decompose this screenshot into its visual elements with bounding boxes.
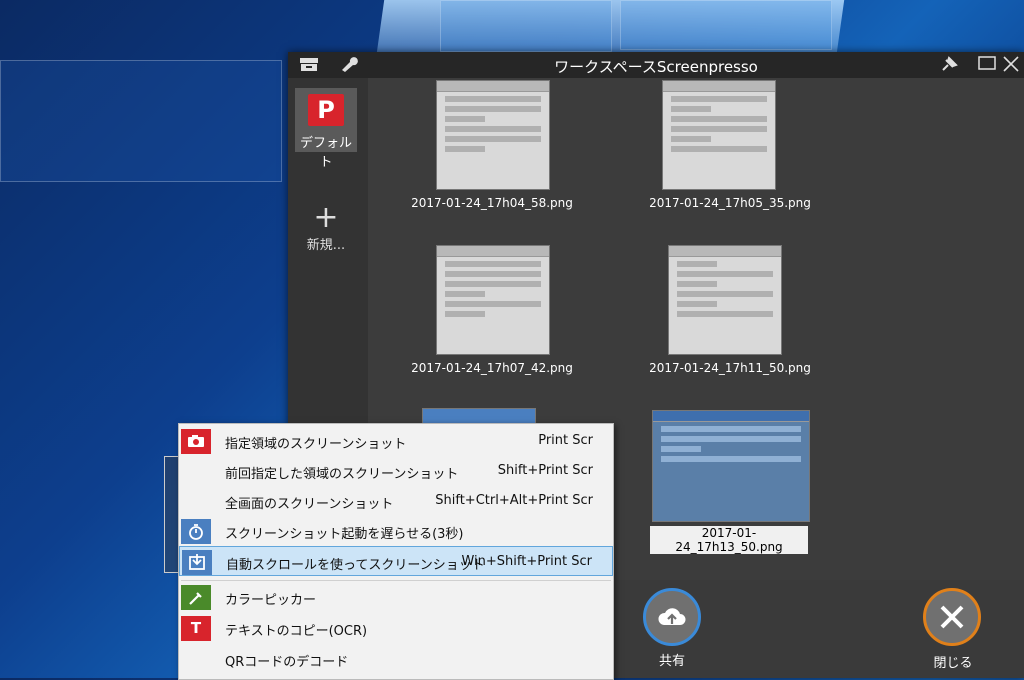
menu-item-scrolling-capture[interactable]: 自動スクロールを使ってスクリーンショット Win+Shift+Print Scr: [179, 546, 613, 576]
title-bar: ワークスペースScreenpresso: [288, 52, 1024, 78]
thumbnail-4[interactable]: [668, 245, 782, 355]
window-title: ワークスペースScreenpresso: [554, 58, 758, 76]
workspace-new-label: 新規...: [306, 238, 346, 253]
desktop-pane: [440, 0, 612, 52]
desktop-pane: [0, 60, 282, 182]
menu-item-delayed-capture[interactable]: スクリーンショット起動を遅らせる(3秒): [179, 516, 613, 546]
pin-icon[interactable]: [938, 56, 960, 74]
thumbnail-2[interactable]: [662, 80, 776, 190]
camera-icon: [181, 429, 211, 454]
file-name-2[interactable]: 2017-01-24_17h05_35.png: [635, 196, 825, 210]
text-ocr-icon: T: [181, 616, 211, 641]
menu-item-color-picker[interactable]: カラーピッカー: [179, 582, 613, 612]
menu-item-region-capture[interactable]: 指定領域のスクリーンショット Print Scr: [179, 426, 613, 456]
screenpresso-logo-icon: P: [308, 94, 344, 126]
close-label: 閉じる: [933, 656, 973, 671]
plus-icon: +: [313, 200, 339, 235]
menu-item-last-region-capture[interactable]: 前回指定した領域のスクリーンショット Shift+Print Scr: [179, 456, 613, 486]
close-icon[interactable]: [1000, 56, 1022, 74]
close-button[interactable]: [923, 588, 981, 646]
workspace-default[interactable]: P デフォルト: [295, 88, 357, 170]
thumbnail-5-selected[interactable]: [652, 410, 810, 522]
share-label: 共有: [658, 654, 685, 669]
menu-separator: [181, 580, 611, 581]
timer-icon: [181, 519, 211, 544]
thumbnail-1[interactable]: [436, 80, 550, 190]
menu-item-ocr-copy[interactable]: T テキストのコピー(OCR): [179, 613, 613, 643]
scroll-capture-icon: [182, 550, 212, 575]
menu-item-fullscreen-capture[interactable]: 全画面のスクリーンショット Shift+Ctrl+Alt+Print Scr: [179, 486, 613, 516]
close-x-icon: [940, 605, 964, 629]
menu-item-qr-decode[interactable]: QRコードのデコード: [179, 644, 613, 674]
cloud-upload-icon: [658, 608, 686, 625]
maximize-icon[interactable]: [976, 56, 998, 74]
capture-context-menu: 指定領域のスクリーンショット Print Scr 前回指定した領域のスクリーンシ…: [178, 423, 614, 680]
thumbnail-3[interactable]: [436, 245, 550, 355]
share-button[interactable]: [643, 588, 701, 646]
menu-anchor-outline: [164, 456, 179, 573]
eyedropper-icon: [181, 585, 211, 610]
desktop-pane: [620, 0, 832, 50]
file-name-5[interactable]: 2017-01-24_17h13_50.png: [650, 526, 808, 554]
file-name-1[interactable]: 2017-01-24_17h04_58.png: [397, 196, 587, 210]
file-name-3[interactable]: 2017-01-24_17h07_42.png: [397, 361, 587, 375]
workspace-default-label: デフォルト: [299, 136, 352, 170]
file-name-4[interactable]: 2017-01-24_17h11_50.png: [635, 361, 825, 375]
workspace-new-button[interactable]: + 新規...: [295, 200, 357, 258]
